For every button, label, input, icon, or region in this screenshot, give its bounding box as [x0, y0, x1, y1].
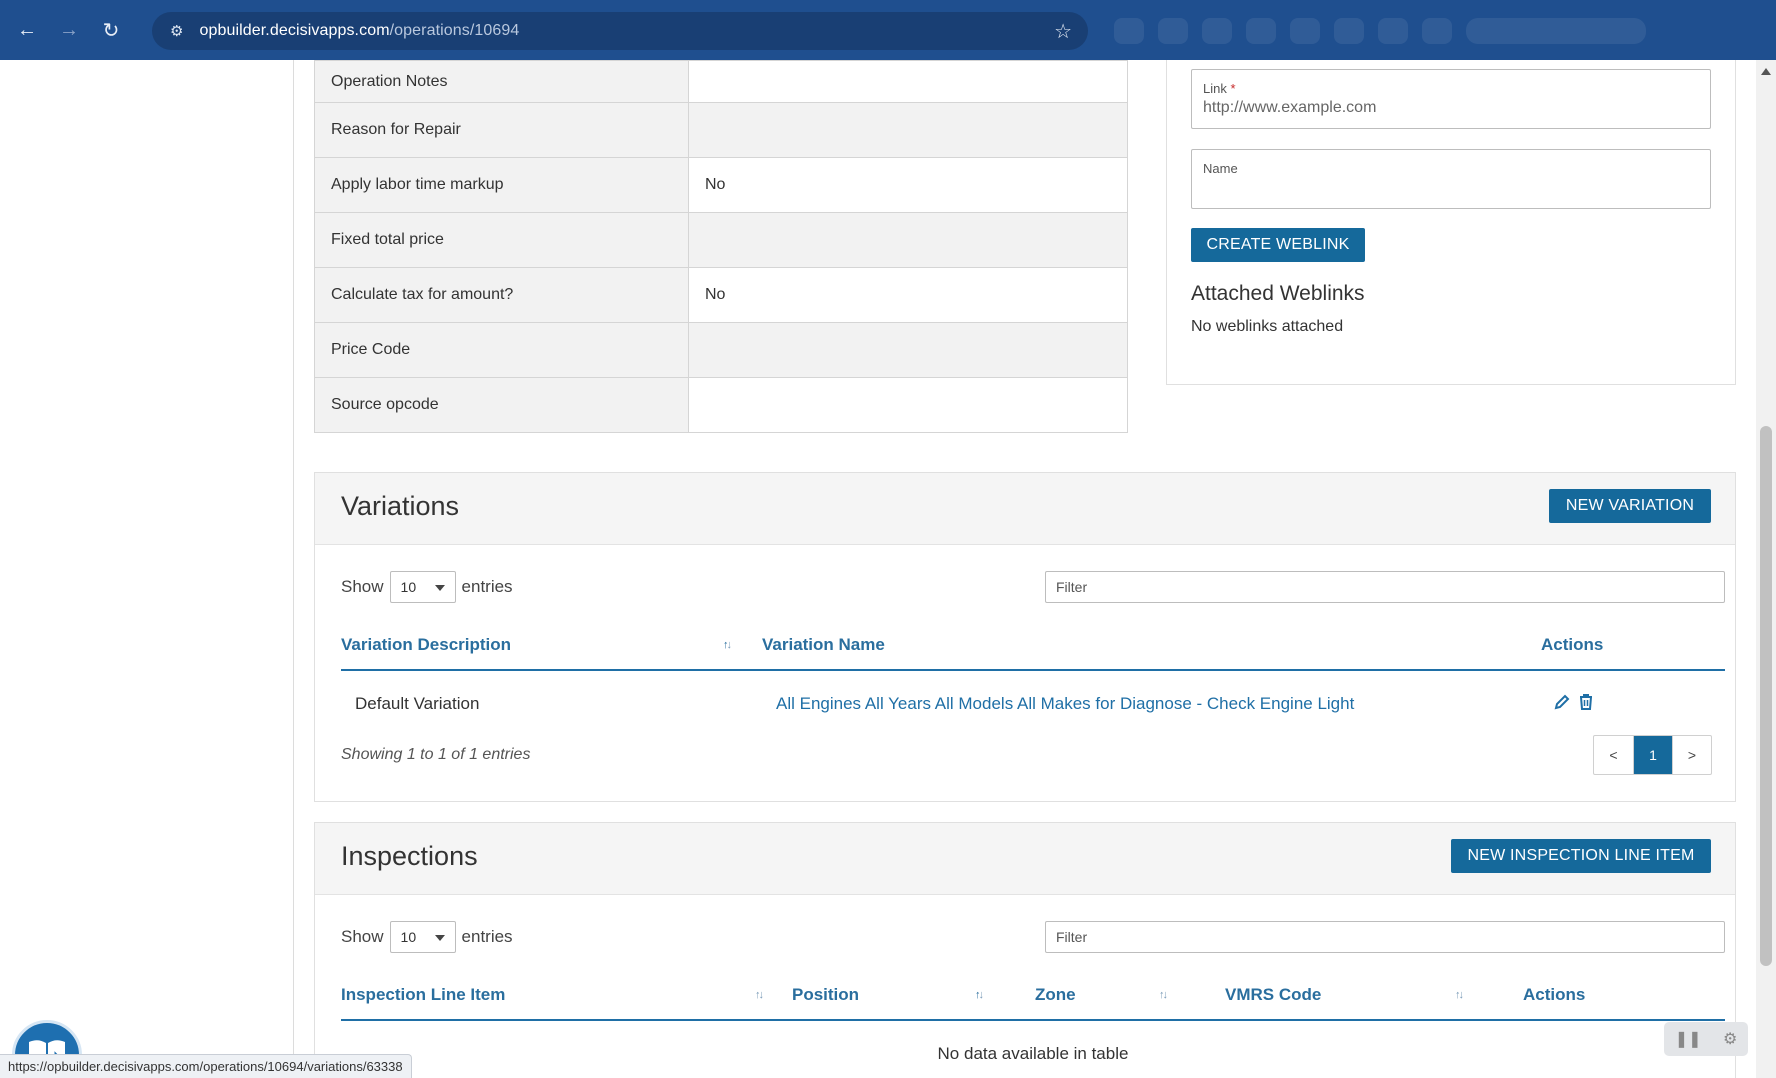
- variations-pagination: < 1 >: [1593, 735, 1712, 775]
- name-label: Name: [1203, 161, 1238, 176]
- inspections-empty-message: No data available in table: [937, 1044, 1129, 1063]
- extensions-area: [1100, 12, 1770, 50]
- extension-icon[interactable]: [1158, 18, 1188, 44]
- entries-label: entries: [461, 577, 513, 596]
- pause-icon[interactable]: ❚❚: [1675, 1029, 1702, 1049]
- pager-page[interactable]: 1: [1633, 736, 1672, 774]
- show-label: Show: [341, 927, 384, 946]
- extension-icon[interactable]: [1422, 18, 1452, 44]
- show-label: Show: [341, 577, 384, 596]
- inspections-table-header: Inspection Line Item ↑↓ Position ↑↓ Zone…: [341, 969, 1725, 1021]
- column-vmrs-code[interactable]: VMRS Code: [1225, 985, 1321, 1005]
- profile-chip[interactable]: [1466, 18, 1646, 44]
- inspections-page-size: Show 10 entries: [341, 921, 513, 953]
- attached-weblinks-title: Attached Weblinks: [1191, 282, 1365, 305]
- link-label: Link *: [1203, 81, 1236, 96]
- address-bar[interactable]: ⚙ opbuilder.decisivapps.com/operations/1…: [152, 12, 1088, 50]
- status-bar-url: https://opbuilder.decisivapps.com/operat…: [0, 1054, 412, 1078]
- detail-label: Price Code: [314, 322, 689, 378]
- variations-title: Variations: [341, 491, 460, 521]
- detail-value: No: [688, 157, 1128, 213]
- column-inspection-line-item[interactable]: Inspection Line Item: [341, 985, 505, 1005]
- required-marker: *: [1230, 81, 1236, 96]
- pager-next[interactable]: >: [1672, 736, 1711, 774]
- detail-value: No: [688, 267, 1128, 323]
- extension-icon[interactable]: [1246, 18, 1276, 44]
- link-placeholder: http://www.example.com: [1203, 99, 1377, 116]
- extension-icon[interactable]: [1334, 18, 1364, 44]
- variations-section: Variations NEW VARIATION Show 10 entries…: [314, 472, 1736, 802]
- url-text: opbuilder.decisivapps.com/operations/106…: [199, 22, 519, 40]
- scroll-thumb[interactable]: [1760, 426, 1772, 966]
- column-actions: Actions: [1523, 985, 1586, 1004]
- name-field[interactable]: Name: [1191, 149, 1711, 209]
- variations-table-header: Variation Description ↑↓ Variation Name …: [341, 619, 1725, 671]
- column-zone[interactable]: Zone: [1035, 985, 1076, 1005]
- attached-weblinks-empty: No weblinks attached: [1191, 318, 1344, 335]
- variation-description-cell: Default Variation: [355, 694, 480, 713]
- column-actions: Actions: [1541, 635, 1604, 654]
- new-inspection-line-item-button[interactable]: NEW INSPECTION LINE ITEM: [1451, 839, 1711, 873]
- inspections-header: Inspections NEW INSPECTION LINE ITEM: [315, 823, 1735, 895]
- inspections-section: Inspections NEW INSPECTION LINE ITEM Sho…: [314, 822, 1736, 1078]
- bookmark-star-icon[interactable]: ☆: [1054, 19, 1072, 44]
- operation-details-table: Operation Notes Reason for Repair Apply …: [314, 60, 1128, 433]
- url-host: opbuilder.decisivapps.com: [199, 22, 390, 39]
- create-weblink-button[interactable]: CREATE WEBLINK: [1191, 228, 1365, 262]
- sort-icon[interactable]: ↑↓: [1455, 989, 1464, 1001]
- recorder-widget: ❚❚ ⚙: [1664, 1022, 1748, 1056]
- detail-value: [688, 322, 1128, 378]
- extension-icon[interactable]: [1378, 18, 1408, 44]
- detail-label: Calculate tax for amount?: [314, 267, 689, 323]
- page-size-select[interactable]: 10: [389, 921, 456, 953]
- extension-icon[interactable]: [1290, 18, 1320, 44]
- back-icon[interactable]: ←: [12, 15, 42, 45]
- detail-label: Operation Notes: [314, 60, 689, 103]
- detail-label: Apply labor time markup: [314, 157, 689, 213]
- variation-name-link[interactable]: All Engines All Years All Models All Mak…: [776, 694, 1354, 714]
- detail-label: Source opcode: [314, 377, 689, 433]
- trash-delete-icon[interactable]: [1578, 693, 1594, 716]
- detail-value: [688, 377, 1128, 433]
- url-path: /operations/10694: [389, 22, 520, 39]
- chevron-down-icon: [434, 935, 445, 941]
- column-variation-name[interactable]: Variation Name: [762, 635, 885, 655]
- detail-value: [688, 102, 1128, 158]
- variations-page-size: Show 10 entries: [341, 571, 513, 603]
- chevron-down-icon: [434, 585, 445, 591]
- scroll-up-arrow-icon[interactable]: [1761, 68, 1771, 75]
- page-size-select[interactable]: 10: [389, 571, 456, 603]
- weblinks-panel: Link * http://www.example.com Name CREAT…: [1166, 60, 1736, 385]
- extension-icon[interactable]: [1202, 18, 1232, 44]
- inspections-filter-input[interactable]: Filter: [1045, 921, 1725, 953]
- page-scrollbar[interactable]: [1756, 60, 1776, 1078]
- pager-prev[interactable]: <: [1594, 736, 1633, 774]
- detail-value: [688, 60, 1128, 103]
- sort-icon[interactable]: ↑↓: [723, 639, 732, 651]
- extension-icon[interactable]: [1114, 18, 1144, 44]
- pencil-edit-icon[interactable]: [1553, 693, 1571, 716]
- sort-icon[interactable]: ↑↓: [1159, 989, 1168, 1001]
- column-position[interactable]: Position: [792, 985, 859, 1005]
- detail-value: [688, 212, 1128, 268]
- reload-icon[interactable]: ↻: [96, 15, 126, 45]
- variations-info: Showing 1 to 1 of 1 entries: [341, 746, 531, 763]
- entries-label: entries: [461, 927, 513, 946]
- site-settings-icon[interactable]: ⚙: [170, 22, 183, 40]
- browser-toolbar: ← → ↻ ⚙ opbuilder.decisivapps.com/operat…: [0, 0, 1776, 60]
- detail-label: Fixed total price: [314, 212, 689, 268]
- column-variation-description[interactable]: Variation Description: [341, 635, 511, 655]
- variations-header: Variations NEW VARIATION: [315, 473, 1735, 545]
- sort-icon[interactable]: ↑↓: [755, 989, 764, 1001]
- new-variation-button[interactable]: NEW VARIATION: [1549, 489, 1711, 523]
- left-sidebar: [0, 60, 294, 1078]
- variations-filter-input[interactable]: Filter: [1045, 571, 1725, 603]
- inspections-title: Inspections: [341, 841, 478, 871]
- recorder-settings-icon[interactable]: ⚙: [1723, 1029, 1737, 1049]
- forward-icon[interactable]: →: [54, 15, 84, 45]
- detail-label: Reason for Repair: [314, 102, 689, 158]
- sort-icon[interactable]: ↑↓: [975, 989, 984, 1001]
- link-field[interactable]: Link * http://www.example.com: [1191, 69, 1711, 129]
